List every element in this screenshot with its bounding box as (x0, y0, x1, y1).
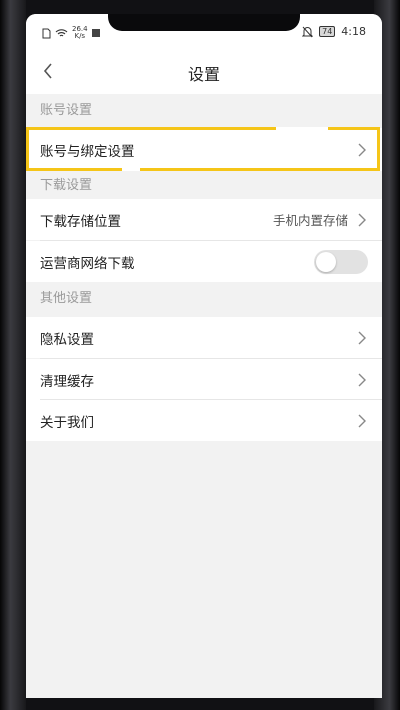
sim-icon (42, 28, 51, 38)
chevron-right-icon (358, 143, 366, 156)
section-header-account: 账号设置 (26, 94, 382, 128)
chevron-right-icon (358, 331, 366, 344)
status-bar-right: 74 4:18 (302, 25, 366, 38)
row-clear-cache[interactable]: 清理缓存 (26, 359, 382, 400)
network-speed: 26.4 K/s (72, 26, 88, 40)
chevron-right-icon (358, 373, 366, 386)
phone-screen: 26.4 K/s 74 4:18 设置 账号设置 账号与绑定设置 下载设置 下载… (26, 14, 382, 698)
camera-notch (108, 14, 300, 31)
row-account-binding[interactable]: 账号与绑定设置 (26, 128, 382, 171)
phone-frame: 26.4 K/s 74 4:18 设置 账号设置 账号与绑定设置 下载设置 下载… (0, 0, 400, 710)
row-label: 隐私设置 (40, 331, 94, 348)
section-header-download: 下载设置 (26, 171, 382, 199)
row-label: 下载存储位置 (40, 213, 121, 230)
chevron-right-icon (358, 213, 366, 226)
row-carrier-download: 运营商网络下载 (26, 241, 382, 282)
row-value: 手机内置存储 (272, 213, 348, 228)
highlight-frame-gap (276, 127, 328, 130)
row-label: 账号与绑定设置 (40, 143, 135, 160)
row-label: 关于我们 (40, 414, 94, 431)
page-title: 设置 (187, 65, 220, 84)
wifi-icon (55, 29, 68, 37)
battery-indicator: 74 (319, 26, 336, 37)
network-speed-unit: K/s (74, 32, 86, 40)
bell-off-icon (302, 26, 314, 37)
row-download-location[interactable]: 下载存储位置 手机内置存储 (26, 199, 382, 240)
row-label: 清理缓存 (40, 373, 94, 390)
clock: 4:18 (341, 25, 366, 38)
row-about-us[interactable]: 关于我们 (26, 400, 382, 441)
section-header-other: 其他设置 (26, 282, 382, 317)
navigation-bar: 设置 (26, 48, 382, 94)
chevron-right-icon (358, 414, 366, 427)
status-bar-left: 26.4 K/s (42, 26, 100, 40)
carrier-download-toggle[interactable] (314, 249, 368, 274)
row-privacy[interactable]: 隐私设置 (26, 317, 382, 358)
row-label: 运营商网络下载 (40, 255, 135, 272)
notification-square-icon (91, 29, 100, 37)
toggle-knob (316, 251, 336, 272)
phone-bezel-left (0, 0, 26, 710)
